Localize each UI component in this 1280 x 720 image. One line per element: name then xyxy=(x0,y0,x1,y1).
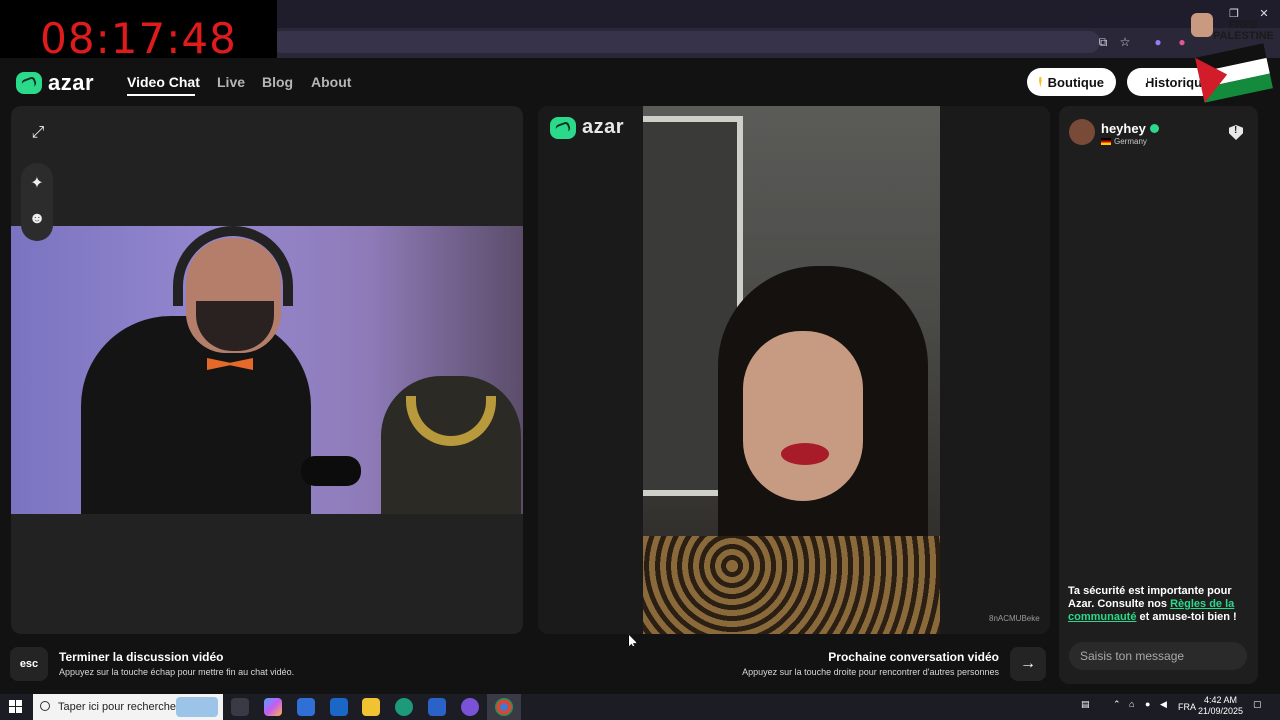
expand-icon[interactable]: ⤢ xyxy=(22,117,54,149)
sticker-line-2: PALESTINE xyxy=(1213,30,1274,42)
face-filter-icon[interactable]: ☻ xyxy=(21,203,53,235)
nav-live[interactable]: Live xyxy=(217,74,245,90)
end-chat-hint: Appuyez sur la touche échap pour mettre … xyxy=(59,667,295,677)
avatar[interactable] xyxy=(1069,119,1095,145)
search-icon xyxy=(40,701,50,711)
country-label: Germany xyxy=(1114,137,1147,146)
extension-icon[interactable]: ● xyxy=(1174,34,1190,50)
headphones xyxy=(173,226,293,306)
person-face xyxy=(743,331,863,501)
tray-chevron-icon[interactable]: ⌃ xyxy=(1113,699,1121,710)
nav-video-chat[interactable]: Video Chat xyxy=(127,74,200,90)
next-arrow-icon[interactable]: → xyxy=(1010,647,1046,681)
user-id-watermark: 8nACMUBeke xyxy=(989,614,1040,623)
raised-fist-icon xyxy=(1191,13,1213,37)
azar-watermark-logo: azar xyxy=(550,116,624,139)
boutique-button[interactable]: Boutique xyxy=(1027,68,1116,96)
boutique-label: Boutique xyxy=(1047,74,1104,90)
chrome-icon[interactable] xyxy=(495,698,513,716)
mouse-cursor-icon xyxy=(628,634,637,647)
taskbar-time: 4:42 AM xyxy=(1204,695,1238,705)
nav-about[interactable]: About xyxy=(311,74,351,90)
local-video-panel xyxy=(11,106,523,634)
end-chat-title: Terminer la discussion vidéo xyxy=(59,650,224,664)
azar-logo[interactable]: azar xyxy=(16,70,95,95)
partner-name: heyhey xyxy=(1101,121,1146,136)
discord-icon[interactable] xyxy=(461,698,479,716)
next-chat-hint: Appuyez sur la touche droite pour rencon… xyxy=(742,667,999,677)
next-chat-title: Prochaine conversation vidéo xyxy=(828,650,999,664)
install-app-icon[interactable]: ⧉ xyxy=(1095,34,1111,50)
germany-flag-icon xyxy=(1101,138,1111,145)
search-highlight-image xyxy=(176,697,218,717)
input-language[interactable]: FRA xyxy=(1178,702,1196,712)
task-view-icon[interactable] xyxy=(231,698,249,716)
end-chat-button[interactable]: esc xyxy=(10,647,48,681)
volume-icon[interactable]: ◀ xyxy=(1160,699,1167,710)
clock-time: 08:17:48 xyxy=(40,14,237,63)
message-input[interactable] xyxy=(1069,642,1247,670)
logo-text: azar xyxy=(48,70,95,95)
diamond-icon xyxy=(1039,76,1042,88)
copilot-icon[interactable] xyxy=(264,698,282,716)
microphone xyxy=(301,456,361,486)
taskbar-date: 21/09/2025 xyxy=(1198,706,1244,716)
edge-icon[interactable] xyxy=(395,698,413,716)
address-bar[interactable] xyxy=(270,31,1100,53)
notifications-icon[interactable]: ▢ xyxy=(1253,699,1262,710)
taskbar-clock[interactable]: 4:42 AM 21/09/2025 xyxy=(1198,695,1243,717)
microphone-icon[interactable]: ● xyxy=(1145,699,1150,709)
person-body xyxy=(81,316,311,514)
person-lips xyxy=(781,443,829,465)
partner-country: Germany xyxy=(1101,137,1147,146)
free-palestine-sticker: FREE PALESTINE xyxy=(1213,20,1274,42)
windows-start-icon[interactable] xyxy=(9,700,23,714)
local-camera-feed xyxy=(11,226,523,514)
bookmark-star-icon[interactable]: ☆ xyxy=(1117,34,1133,50)
mid-logo-text: azar xyxy=(582,116,625,138)
network-icon[interactable]: ⌂ xyxy=(1129,699,1134,709)
azar-logo-icon xyxy=(16,72,42,94)
safety-text-after: et amuse-toi bien ! xyxy=(1136,611,1237,623)
widgets-icon[interactable]: ▤ xyxy=(1081,699,1090,710)
file-explorer-icon[interactable] xyxy=(362,698,380,716)
nav-blog[interactable]: Blog xyxy=(262,74,293,90)
app-icon[interactable] xyxy=(428,698,446,716)
azar-logo-icon xyxy=(550,116,576,139)
store-icon[interactable] xyxy=(297,698,315,716)
active-nav-underline xyxy=(127,94,195,96)
outlook-icon[interactable] xyxy=(330,698,348,716)
verified-badge-icon xyxy=(1150,124,1159,133)
leopard-top xyxy=(643,536,940,634)
remote-camera-feed xyxy=(643,106,940,634)
safety-notice: Ta sécurité est importante pour Azar. Co… xyxy=(1068,585,1250,624)
extension-icon[interactable]: ● xyxy=(1150,34,1166,50)
sparkle-icon[interactable]: ✦ xyxy=(21,168,53,200)
